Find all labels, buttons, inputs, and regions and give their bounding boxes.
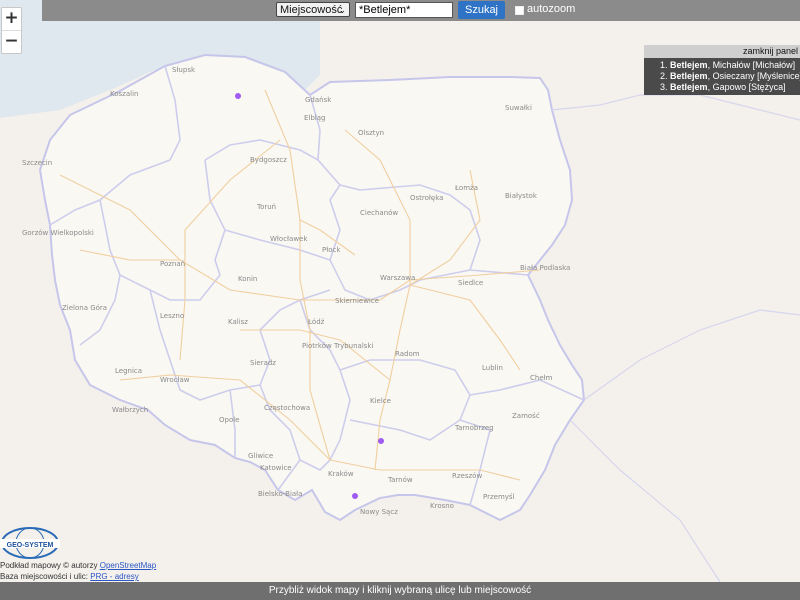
svg-text:Ostrołęka: Ostrołęka <box>410 194 443 202</box>
database-prefix: Baza miejscowości i ulic: <box>0 572 91 581</box>
svg-text:Gdańsk: Gdańsk <box>305 96 332 104</box>
search-button[interactable]: Szukaj <box>458 1 505 19</box>
result-detail: , Michałów [Michałów] <box>707 60 796 70</box>
result-detail: , Gapowo [Stężyca] <box>707 82 786 92</box>
svg-text:Leszno: Leszno <box>160 312 184 320</box>
autozoom-label: autozoom <box>527 3 576 15</box>
geo-system-logo[interactable]: GEO-SYSTEM <box>0 523 60 561</box>
logo-text: GEO-SYSTEM <box>7 542 54 549</box>
svg-text:Olsztyn: Olsztyn <box>358 129 384 137</box>
svg-text:Kalisz: Kalisz <box>228 318 248 326</box>
svg-text:Radom: Radom <box>395 350 420 358</box>
chevron-down-icon: ⌄ <box>338 5 346 15</box>
svg-text:Konin: Konin <box>238 275 257 283</box>
result-item[interactable]: 1. Betlejem, Michałów [Michałów] <box>644 60 800 71</box>
svg-text:Legnica: Legnica <box>115 367 142 375</box>
svg-text:Białystok: Białystok <box>505 192 538 200</box>
autozoom-checkbox[interactable] <box>515 6 524 15</box>
svg-text:Kraków: Kraków <box>328 470 354 478</box>
svg-text:Tarnobrzeg: Tarnobrzeg <box>454 424 494 432</box>
close-panel-button[interactable]: zamknij panel <box>644 45 800 58</box>
results-list: 1. Betlejem, Michałów [Michałów] 2. Betl… <box>644 58 800 95</box>
result-number: 2. <box>660 71 668 81</box>
svg-text:Lublin: Lublin <box>482 364 503 372</box>
svg-text:Rzeszów: Rzeszów <box>452 472 482 480</box>
marker-betlejem-michalow[interactable] <box>378 438 384 444</box>
result-item[interactable]: 2. Betlejem, Osieczany [Myślenice] <box>644 71 800 82</box>
status-bar: Przybliż widok mapy i kliknij wybraną ul… <box>0 582 800 600</box>
svg-text:Bydgoszcz: Bydgoszcz <box>250 156 287 164</box>
result-detail: , Osieczany [Myślenice] <box>707 71 800 81</box>
svg-text:Krosno: Krosno <box>430 502 454 510</box>
svg-text:Opole: Opole <box>219 416 240 424</box>
svg-text:Gorzów Wielkopolski: Gorzów Wielkopolski <box>22 229 94 237</box>
search-type-select[interactable]: Miejscowość ⌄ <box>276 2 350 17</box>
svg-text:Wałbrzych: Wałbrzych <box>112 406 148 414</box>
svg-text:Chełm: Chełm <box>530 374 553 382</box>
svg-text:Bielsko-Biała: Bielsko-Biała <box>258 490 302 498</box>
svg-text:Ciechanów: Ciechanów <box>360 209 398 217</box>
svg-text:Zielona Góra: Zielona Góra <box>62 304 107 312</box>
marker-betlejem-osieczany[interactable] <box>352 493 358 499</box>
svg-text:Słupsk: Słupsk <box>172 66 196 74</box>
search-type-value: Miejscowość <box>280 4 343 16</box>
svg-text:Koszalin: Koszalin <box>110 90 138 98</box>
svg-text:Poznań: Poznań <box>160 260 185 268</box>
zoom-in-button[interactable]: + <box>2 8 21 30</box>
prg-link[interactable]: PRG - adresy <box>90 572 138 581</box>
result-number: 3. <box>660 82 668 92</box>
result-name: Betlejem <box>670 71 708 81</box>
svg-text:Łomża: Łomża <box>454 184 478 192</box>
zoom-out-button[interactable]: − <box>2 30 21 53</box>
svg-text:Zamość: Zamość <box>512 412 540 420</box>
svg-text:Katowice: Katowice <box>260 464 292 472</box>
svg-text:Siedlce: Siedlce <box>458 279 483 287</box>
svg-text:Tarnów: Tarnów <box>387 476 413 484</box>
result-item[interactable]: 3. Betlejem, Gapowo [Stężyca] <box>644 82 800 93</box>
svg-text:Płock: Płock <box>322 246 341 254</box>
svg-text:Częstochowa: Częstochowa <box>264 404 310 412</box>
svg-text:Wrocław: Wrocław <box>160 376 190 384</box>
svg-text:Sieradz: Sieradz <box>250 359 276 367</box>
svg-text:Piotrków Trybunalski: Piotrków Trybunalski <box>302 342 373 350</box>
svg-text:Łódź: Łódź <box>307 318 325 326</box>
svg-text:Kielce: Kielce <box>370 397 391 405</box>
result-name: Betlejem <box>670 82 708 92</box>
svg-text:Nowy Sącz: Nowy Sącz <box>360 508 398 516</box>
search-input[interactable]: *Betlejem* <box>355 2 453 18</box>
result-number: 1. <box>660 60 668 70</box>
svg-text:Szczecin: Szczecin <box>22 159 52 167</box>
svg-text:Biała Podlaska: Biała Podlaska <box>520 264 570 272</box>
svg-text:Suwałki: Suwałki <box>505 104 532 112</box>
attribution-prefix: Podkład mapowy © autorzy <box>0 561 100 570</box>
svg-text:Elbląg: Elbląg <box>304 114 326 122</box>
svg-text:Skierniewice: Skierniewice <box>335 297 379 305</box>
svg-text:Toruń: Toruń <box>256 203 276 211</box>
map-attribution: Podkład mapowy © autorzy OpenStreetMap B… <box>0 560 156 582</box>
results-panel: zamknij panel 1. Betlejem, Michałów [Mic… <box>644 45 800 95</box>
result-name: Betlejem <box>670 60 708 70</box>
search-toolbar: Miejscowość ⌄ *Betlejem* Szukaj autozoom <box>42 0 800 21</box>
svg-text:Włocławek: Włocławek <box>270 235 308 243</box>
osm-link[interactable]: OpenStreetMap <box>100 561 156 570</box>
svg-text:Gliwice: Gliwice <box>248 452 273 460</box>
zoom-control: + − <box>1 7 22 54</box>
svg-text:Warszawa: Warszawa <box>380 274 415 282</box>
svg-text:Przemyśl: Przemyśl <box>483 493 515 501</box>
marker-betlejem-gapowo[interactable] <box>235 93 241 99</box>
